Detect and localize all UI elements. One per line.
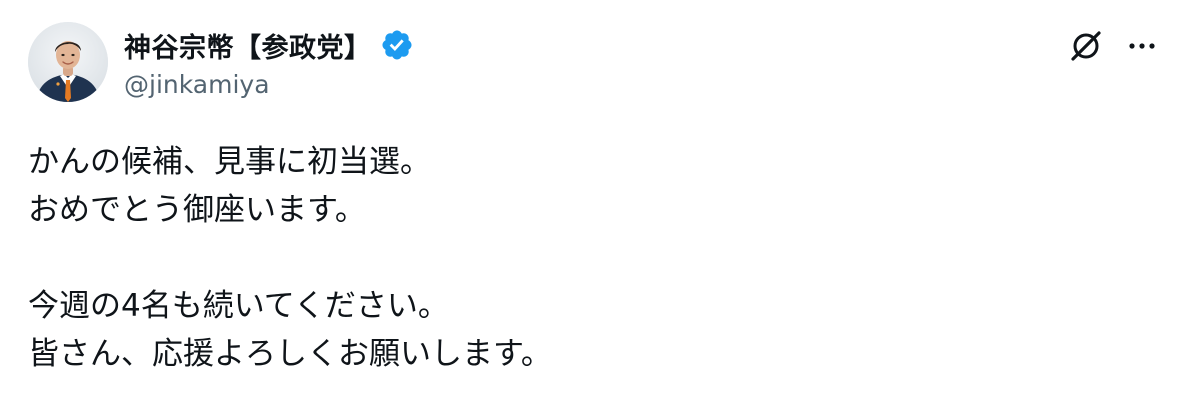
author-name-row: 神谷宗幣【参政党】 (124, 25, 414, 65)
tweet-card: 神谷宗幣【参政党】 @jinkamiya かんの候補、見事に初当選。 おめでとう… (0, 0, 1182, 397)
avatar[interactable] (28, 22, 108, 102)
grok-button[interactable] (1066, 26, 1106, 66)
grok-icon (1071, 31, 1101, 61)
author-handle[interactable]: @jinkamiya (124, 70, 270, 99)
tweet-text: かんの候補、見事に初当選。 おめでとう御座います。 今週の4名も続いてください。… (28, 138, 1148, 378)
verified-badge-icon[interactable] (380, 28, 414, 62)
tweet-line: おめでとう御座います。 (28, 192, 366, 228)
tweet-line: 皆さん、応援よろしくお願いします。 (28, 336, 552, 372)
more-options-button[interactable] (1122, 26, 1162, 66)
profile-photo (28, 22, 108, 102)
tweet-line: かんの候補、見事に初当選。 (28, 144, 431, 180)
display-name[interactable]: 神谷宗幣【参政党】 (124, 26, 372, 65)
more-icon (1129, 43, 1155, 49)
tweet-line: 今週の4名も続いてください。 (28, 288, 449, 324)
